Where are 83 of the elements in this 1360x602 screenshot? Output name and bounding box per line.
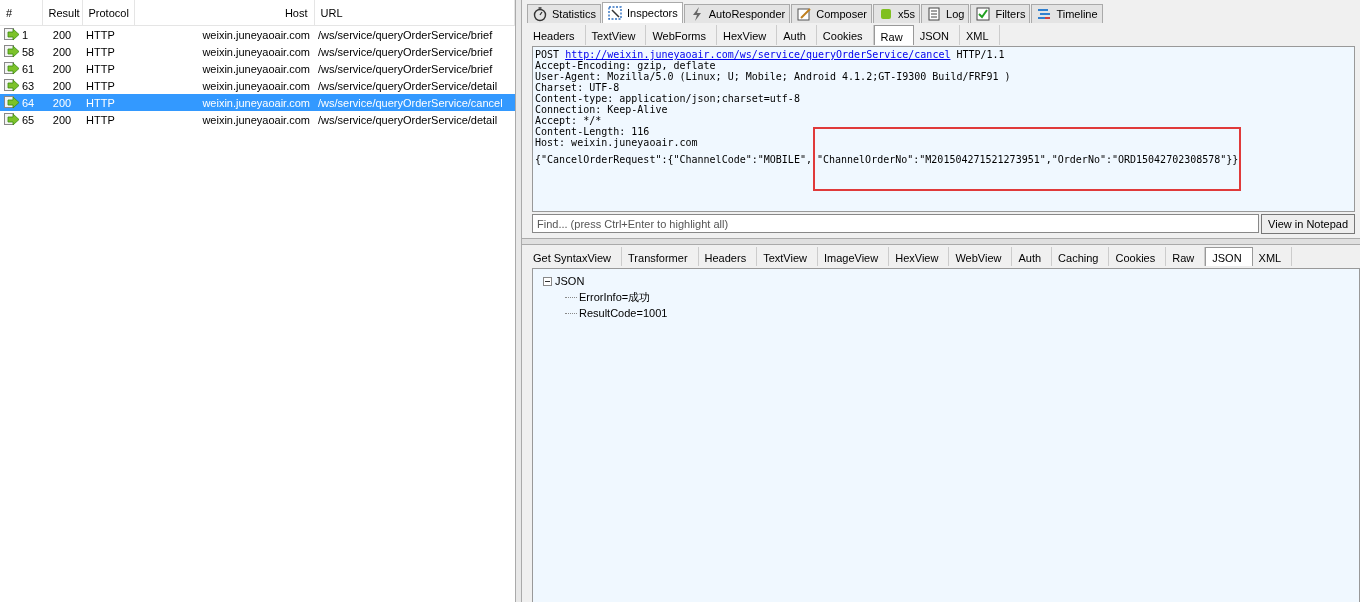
column-header[interactable]: Protocol bbox=[82, 0, 134, 26]
header-line: User-Agent: Mozilla/5.0 (Linux; U; Mobile; Android 4.1.2;GT-I9300 Build/FRF91 ) bbox=[535, 71, 1012, 82]
tab[interactable]: Composer bbox=[791, 4, 872, 23]
session-row[interactable]: 58 200 HTTP weixin.juneyaoair.com /ws/service/queryOrderService/brief bbox=[0, 43, 515, 60]
body-text: "ChannelOrderNo":"M201504271521273951","OrderNo":"ORD15042702308578"}} bbox=[816, 154, 1239, 165]
column-header[interactable]: Host bbox=[134, 0, 314, 26]
collapse-icon[interactable] bbox=[543, 276, 552, 286]
protocol-cell-text: HTTP bbox=[85, 44, 116, 60]
url-cell: /ws/service/queryOrderService/brief bbox=[314, 25, 515, 43]
http-version: HTTP/1.1 bbox=[956, 49, 1005, 60]
log-icon bbox=[926, 6, 943, 22]
compose-icon bbox=[796, 6, 813, 22]
request-arrow-icon bbox=[4, 45, 21, 58]
tab[interactable]: Raw bbox=[873, 25, 914, 45]
protocol-cell: HTTP bbox=[82, 94, 134, 111]
request-arrow-icon bbox=[4, 28, 21, 41]
tab[interactable]: AutoResponder bbox=[683, 4, 791, 23]
session-number: 65 bbox=[22, 113, 35, 126]
protocol-cell: HTTP bbox=[82, 25, 134, 43]
request-arrow-icon bbox=[4, 113, 21, 126]
result-cell: 200 bbox=[42, 77, 82, 94]
protocol-cell: HTTP bbox=[82, 111, 134, 128]
request-arrow-icon bbox=[4, 96, 21, 109]
session-number: 64 bbox=[22, 96, 35, 109]
request-url-link[interactable]: http://weixin.juneyaoair.com/ws/service/queryOrderService/cancel bbox=[565, 49, 951, 60]
url-cell-text: /ws/service/queryOrderService/brief bbox=[317, 61, 494, 77]
column-header[interactable]: URL bbox=[314, 0, 515, 26]
tab[interactable]: x5s bbox=[872, 4, 921, 23]
tab[interactable]: Log bbox=[921, 4, 970, 23]
header-line: Accept: */* bbox=[535, 115, 602, 126]
column-header[interactable]: Result bbox=[42, 0, 82, 26]
column-header[interactable]: # bbox=[0, 0, 42, 26]
tree-node[interactable]: ResultCode=1001 bbox=[579, 307, 668, 319]
url-cell: /ws/service/queryOrderService/cancel bbox=[314, 94, 515, 111]
tree-node[interactable]: ErrorInfo=成功 bbox=[579, 289, 651, 305]
result-cell-text: 200 bbox=[51, 61, 73, 77]
header-line: Host: weixin.juneyaoair.com bbox=[535, 137, 699, 148]
result-cell-text: 200 bbox=[51, 44, 73, 60]
check-icon bbox=[975, 6, 992, 22]
splitter-bar[interactable] bbox=[522, 238, 1360, 245]
url-cell: /ws/service/queryOrderService/detail bbox=[314, 77, 515, 94]
request-arrow-icon bbox=[4, 62, 21, 75]
inspect-icon bbox=[607, 5, 623, 21]
body-text: {"CancelOrderRequest":{"ChannelCode":"MOBILE", bbox=[535, 154, 812, 165]
header-line: Accept-Encoding: gzip, deflate bbox=[535, 60, 716, 71]
session-number: 61 bbox=[22, 62, 35, 75]
request-arrow-icon bbox=[4, 79, 21, 92]
tab[interactable]: JSON bbox=[1205, 247, 1253, 266]
session-row[interactable]: 1 200 HTTP weixin.juneyaoair.com /ws/service/queryOrderService/brief bbox=[0, 25, 515, 43]
header-line: Content-Length: 116 bbox=[535, 126, 650, 137]
splitter-bar[interactable] bbox=[516, 0, 522, 602]
tab[interactable]: Statistics bbox=[527, 4, 601, 23]
session-number: 63 bbox=[22, 79, 35, 92]
session-row[interactable]: 61 200 HTTP weixin.juneyaoair.com /ws/service/queryOrderService/brief bbox=[0, 60, 515, 77]
tab[interactable]: Filters bbox=[970, 4, 1031, 23]
view-in-notepad-button[interactable]: View in Notepad bbox=[1261, 214, 1355, 234]
host-cell: weixin.juneyaoair.com bbox=[134, 77, 314, 94]
session-number: 58 bbox=[22, 45, 35, 58]
result-cell: 200 bbox=[42, 94, 82, 111]
header-line: Charset: UTF-8 bbox=[535, 82, 621, 93]
tree-node[interactable]: JSON bbox=[555, 275, 585, 287]
header-line: Content-type: application/json;charset=utf-8 bbox=[535, 93, 801, 104]
host-cell-text: weixin.juneyaoair.com bbox=[201, 61, 311, 77]
timeline-icon bbox=[1036, 6, 1053, 22]
result-cell: 200 bbox=[42, 111, 82, 128]
header-line: Connection: Keep-Alive bbox=[535, 104, 668, 115]
protocol-cell-text: HTTP bbox=[85, 61, 116, 77]
session-number: 1 bbox=[22, 28, 29, 41]
session-row[interactable]: 65 200 HTTP weixin.juneyaoair.com /ws/service/queryOrderService/detail bbox=[0, 111, 515, 128]
session-row[interactable]: 63 200 HTTP weixin.juneyaoair.com /ws/service/queryOrderService/detail bbox=[0, 77, 515, 94]
host-cell: weixin.juneyaoair.com bbox=[134, 25, 314, 43]
tab[interactable]: Timeline bbox=[1031, 4, 1103, 23]
protocol-cell: HTTP bbox=[82, 77, 134, 94]
result-cell: 200 bbox=[42, 25, 82, 43]
find-field[interactable]: Find... (press Ctrl+Enter to highlight all) bbox=[532, 214, 1260, 233]
host-cell: weixin.juneyaoair.com bbox=[134, 111, 314, 128]
host-cell-text: weixin.juneyaoair.com bbox=[201, 44, 311, 60]
url-cell: /ws/service/queryOrderService/detail bbox=[314, 111, 515, 128]
host-cell: weixin.juneyaoair.com bbox=[134, 94, 314, 111]
request-method: POST bbox=[535, 49, 560, 60]
stopwatch-icon bbox=[532, 6, 548, 22]
tab[interactable]: Inspectors bbox=[602, 2, 683, 23]
url-cell-text: /ws/service/queryOrderService/brief bbox=[317, 44, 494, 60]
